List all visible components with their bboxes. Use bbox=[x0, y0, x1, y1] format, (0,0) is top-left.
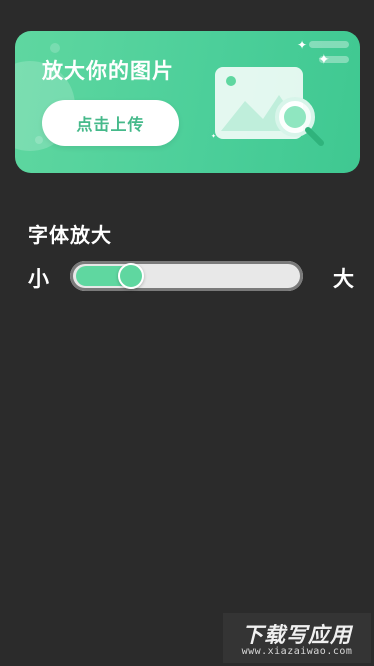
font-size-slider[interactable] bbox=[70, 261, 303, 291]
upload-banner[interactable]: ✦ ✦ ✦ 放大你的图片 点击上传 bbox=[15, 31, 360, 173]
sparkle-icon: ✦ bbox=[297, 38, 308, 52]
max-size-label: 大 bbox=[333, 267, 354, 291]
font-zoom-title: 字体放大 bbox=[28, 223, 112, 247]
slider-thumb[interactable] bbox=[118, 263, 145, 289]
upload-button[interactable]: 点击上传 bbox=[42, 100, 179, 146]
banner-title: 放大你的图片 bbox=[42, 59, 174, 83]
decorative-bubble bbox=[50, 43, 60, 53]
image-search-icon bbox=[215, 67, 324, 146]
min-size-label: 小 bbox=[28, 267, 49, 291]
decorative-bubble bbox=[35, 136, 43, 144]
watermark-title: 下载写应用 bbox=[242, 623, 352, 647]
watermark-url: www.xiazaiwao.com bbox=[241, 646, 353, 657]
decorative-line bbox=[309, 41, 349, 48]
site-watermark: 下载写应用 www.xiazaiwao.com bbox=[223, 613, 371, 663]
